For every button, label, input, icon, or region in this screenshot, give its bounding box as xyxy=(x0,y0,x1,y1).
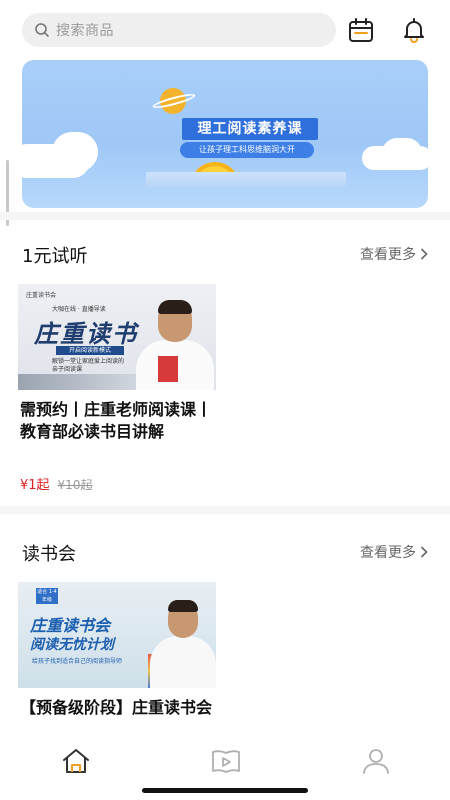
teacher-photo xyxy=(168,600,198,612)
video-book-icon[interactable] xyxy=(210,747,242,775)
home-indicator xyxy=(142,788,308,793)
thumb-tag: 适合 1-4年级 xyxy=(36,588,58,604)
thumb-brand: 庄重读书会 xyxy=(30,616,111,635)
thumb-desc-line: 解锁一堂让家庭爱上阅读的 xyxy=(52,358,125,365)
open-book-illustration xyxy=(18,374,148,390)
promo-banner[interactable]: 理工阅读素养课 让孩子理工科思维脑洞大开 xyxy=(22,60,428,208)
header: 搜索商品 xyxy=(0,0,450,60)
chevron-right-icon xyxy=(420,248,428,260)
course-title[interactable]: 需预约丨庄重老师阅读课丨教育部必读书目讲解 xyxy=(20,399,220,443)
course-thumbnail[interactable]: 适合 1-4年级 庄重读书会 阅读无忧计划 给孩子找到适合自己的阅读指导师 xyxy=(18,582,216,688)
thumb-badge: 开启阅读新模式 xyxy=(56,346,124,355)
search-icon xyxy=(35,23,49,37)
teacher-photo xyxy=(158,300,192,314)
profile-icon[interactable] xyxy=(360,747,392,775)
see-more-trial-link[interactable]: 查看更多 xyxy=(360,244,428,264)
section-title-trial: 1元试听 xyxy=(22,246,88,267)
section-title-book-club: 读书会 xyxy=(22,544,76,565)
thumb-logo: 庄重读书会 xyxy=(26,292,57,299)
section-divider xyxy=(0,506,450,514)
teacher-photo xyxy=(150,636,216,688)
search-placeholder: 搜索商品 xyxy=(56,23,114,39)
thumb-desc: 给孩子找到适合自己的阅读指导师 xyxy=(32,658,123,665)
thumb-desc: 解锁一堂让家庭爱上阅读的 亲子阅读课 xyxy=(52,358,124,374)
home-icon[interactable] xyxy=(60,747,92,775)
bell-icon[interactable] xyxy=(400,16,428,44)
chevron-right-icon xyxy=(420,546,428,558)
search-bar[interactable]: 搜索商品 xyxy=(22,13,336,47)
platform-illustration xyxy=(146,172,346,188)
thumb-brand: 庄重读书 xyxy=(34,319,138,348)
course-price: ¥1起 xyxy=(20,478,50,493)
red-book-illustration xyxy=(158,356,178,382)
banner-subtitle: 让孩子理工科思维脑洞大开 xyxy=(180,142,314,158)
see-more-label: 查看更多 xyxy=(360,545,416,561)
cloud-decoration xyxy=(382,138,422,168)
cloud-decoration xyxy=(52,132,98,172)
course-title[interactable]: 【预备级阶段】庄重读书会 xyxy=(20,697,220,719)
course-original-price: ¥10起 xyxy=(57,478,93,492)
thumb-slogan: 大咖在线 · 直播导读 xyxy=(52,306,106,313)
calendar-icon[interactable] xyxy=(347,16,375,44)
price-row: ¥1起 ¥10起 xyxy=(20,474,92,493)
see-more-book-club-link[interactable]: 查看更多 xyxy=(360,542,428,562)
see-more-label: 查看更多 xyxy=(360,247,416,263)
banner-title: 理工阅读素养课 xyxy=(182,118,318,140)
thumb-subtitle: 阅读无忧计划 xyxy=(30,637,114,653)
course-thumbnail[interactable]: 庄重读书会 大咖在线 · 直播导读 庄重读书 开启阅读新模式 解锁一堂让家庭爱上… xyxy=(18,284,216,390)
section-divider xyxy=(0,212,450,220)
thumb-desc-line: 亲子阅读课 xyxy=(52,366,83,373)
